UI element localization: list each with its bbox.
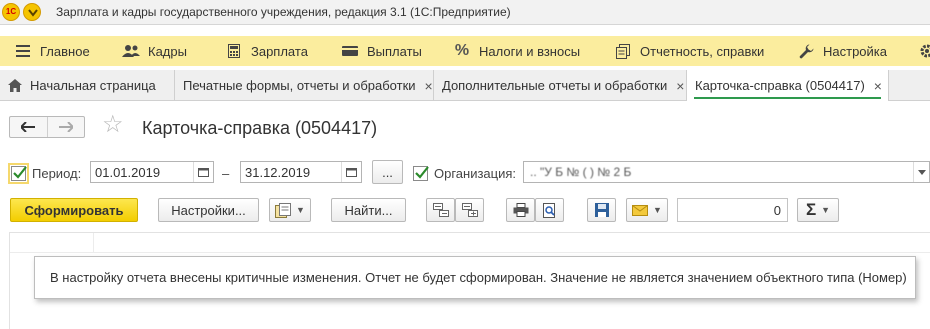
close-icon[interactable]: × bbox=[425, 78, 433, 94]
tab-card-report[interactable]: Карточка-справка (0504417) × bbox=[687, 70, 889, 101]
open-tabs-bar: Начальная страница Печатные формы, отчет… bbox=[0, 70, 930, 101]
close-icon[interactable]: × bbox=[874, 78, 882, 94]
tab-label: Карточка-справка (0504417) bbox=[695, 78, 865, 93]
collapse-groups-icon bbox=[432, 203, 449, 217]
period-label: Период: bbox=[32, 166, 82, 181]
date-to-input[interactable]: 31.12.2019 bbox=[240, 161, 362, 183]
section-settings[interactable]: Настройка bbox=[797, 36, 887, 66]
favorite-star-icon[interactable]: ☆ bbox=[102, 113, 124, 137]
date-from-value: 01.01.2019 bbox=[95, 165, 161, 180]
arrow-right-icon bbox=[58, 122, 73, 132]
checkmark-icon bbox=[415, 166, 429, 179]
organization-input[interactable]: .. "У Б № ( ) № 2 Б bbox=[523, 161, 930, 183]
period-checkbox[interactable] bbox=[8, 163, 29, 184]
generate-button[interactable]: Сформировать bbox=[10, 198, 138, 222]
grid-column-line bbox=[93, 233, 94, 253]
chevron-down-icon: ▼ bbox=[296, 205, 305, 215]
calculator-icon bbox=[225, 42, 243, 60]
chevron-down-icon: ▼ bbox=[653, 205, 662, 215]
printer-icon bbox=[513, 203, 528, 217]
section-hr[interactable]: Кадры bbox=[122, 36, 187, 66]
calendar-icon[interactable] bbox=[341, 162, 361, 182]
date-from-input[interactable]: 01.01.2019 bbox=[90, 161, 214, 183]
tab-label: Печатные формы, отчеты и обработки bbox=[183, 78, 416, 93]
variants-dropdown-button[interactable]: ▼ bbox=[269, 198, 311, 222]
expand-groups-icon bbox=[461, 203, 478, 217]
1c-logo-icon: 1С bbox=[2, 3, 20, 21]
section-label: Выплаты bbox=[367, 43, 422, 59]
section-label: Налоги и взносы bbox=[479, 43, 581, 59]
error-message-text: В настройку отчета внесены критичные изм… bbox=[50, 270, 907, 285]
sum-mode-dropdown-button[interactable]: Σ ▼ bbox=[797, 198, 839, 222]
find-button[interactable]: Найти... bbox=[331, 198, 406, 222]
tab-additional-reports[interactable]: Дополнительные отчеты и обработки × bbox=[434, 70, 687, 101]
floppy-disk-icon bbox=[594, 203, 609, 217]
error-message-box: В настройку отчета внесены критичные изм… bbox=[34, 256, 916, 299]
home-icon bbox=[8, 79, 22, 92]
section-reports[interactable]: Отчетность, справки bbox=[614, 36, 764, 66]
documents-icon bbox=[614, 42, 632, 60]
print-preview-button[interactable] bbox=[535, 198, 564, 222]
chevron-down-icon: ▼ bbox=[821, 205, 831, 215]
wrench-icon bbox=[797, 42, 815, 60]
section-salary[interactable]: Зарплата bbox=[225, 36, 308, 66]
close-icon[interactable]: × bbox=[676, 78, 684, 94]
dropdown-arrow-icon[interactable] bbox=[913, 162, 929, 182]
sigma-icon: Σ bbox=[805, 200, 817, 219]
settings-button[interactable]: Настройки... bbox=[158, 198, 259, 222]
section-main[interactable]: Главное bbox=[14, 36, 90, 66]
hamburger-icon bbox=[14, 42, 32, 60]
main-menu-button[interactable] bbox=[23, 3, 41, 21]
date-to-value: 31.12.2019 bbox=[245, 165, 311, 180]
organization-value: .. "У Б № ( ) № 2 Б bbox=[530, 165, 632, 179]
percent-icon: % bbox=[454, 42, 470, 59]
tab-print-forms[interactable]: Печатные формы, отчеты и обработки × bbox=[175, 70, 434, 101]
section-label: Зарплата bbox=[251, 43, 308, 59]
tab-label: Начальная страница bbox=[30, 78, 156, 93]
date-range-dash: – bbox=[222, 166, 230, 181]
tab-home[interactable]: Начальная страница bbox=[0, 70, 175, 101]
send-email-dropdown-button[interactable]: ▼ bbox=[626, 198, 668, 222]
chevron-down-icon bbox=[28, 9, 38, 17]
title-bar: 1С Зарплата и кадры государственного учр… bbox=[0, 0, 930, 25]
organization-label: Организация: bbox=[434, 166, 517, 181]
section-payments[interactable]: Выплаты bbox=[341, 36, 422, 66]
back-button[interactable] bbox=[10, 117, 48, 137]
arrow-left-icon bbox=[21, 122, 36, 132]
section-label: Главное bbox=[40, 43, 90, 59]
history-navigation bbox=[9, 116, 85, 138]
gear-icon bbox=[918, 42, 930, 60]
save-button[interactable] bbox=[587, 198, 616, 222]
organization-checkbox[interactable] bbox=[413, 166, 429, 181]
people-icon bbox=[122, 42, 140, 60]
period-select-button[interactable]: ... bbox=[372, 160, 403, 184]
expand-groups-button[interactable] bbox=[455, 198, 484, 222]
envelope-icon bbox=[632, 204, 649, 216]
sections-bar: Главное Кадры Зарплата Выплаты % Налоги … bbox=[0, 36, 930, 66]
checkmark-icon bbox=[13, 166, 27, 179]
calendar-icon[interactable] bbox=[193, 162, 213, 182]
print-button[interactable] bbox=[506, 198, 535, 222]
section-label: Кадры bbox=[148, 43, 187, 59]
forward-button[interactable] bbox=[48, 117, 85, 137]
section-label: Настройка bbox=[823, 43, 887, 59]
section-label: Отчетность, справки bbox=[640, 43, 765, 59]
collapse-groups-button[interactable] bbox=[426, 198, 455, 222]
section-more[interactable] bbox=[918, 36, 930, 66]
report-variants-icon bbox=[275, 202, 292, 218]
selected-cells-sum-field[interactable]: 0 bbox=[677, 198, 788, 222]
wallet-icon bbox=[341, 42, 359, 60]
section-taxes[interactable]: % Налоги и взносы bbox=[453, 36, 580, 66]
tab-label: Дополнительные отчеты и обработки bbox=[442, 78, 668, 93]
grid-line bbox=[10, 252, 930, 253]
print-preview-icon bbox=[542, 202, 555, 218]
page-title: Карточка-справка (0504417) bbox=[142, 118, 378, 138]
window-title: Зарплата и кадры государственного учрежд… bbox=[56, 5, 511, 19]
